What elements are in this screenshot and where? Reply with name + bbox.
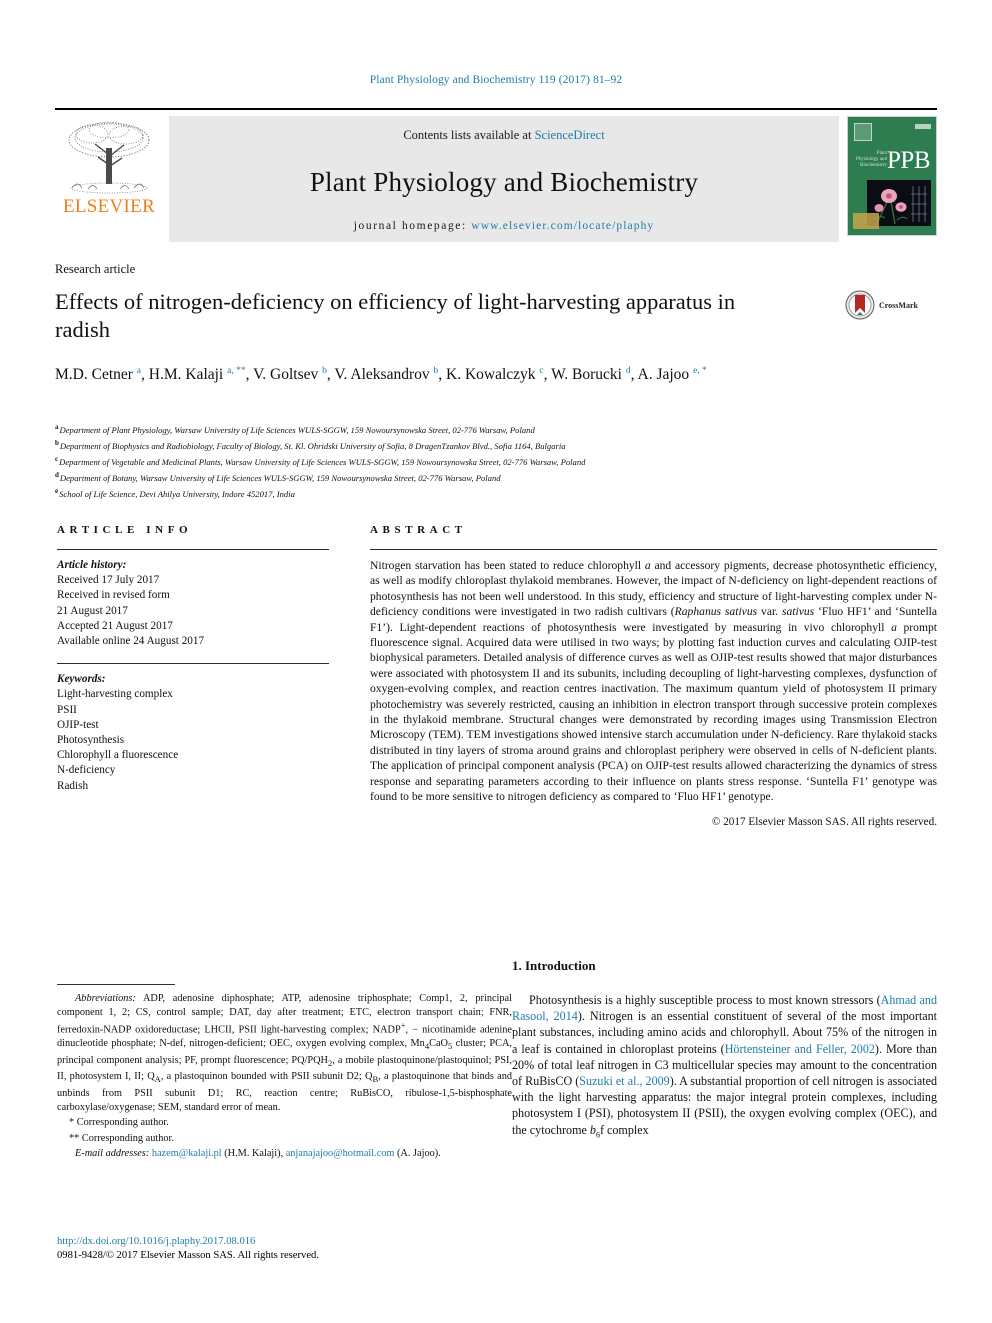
affiliation-item: aDepartment of Plant Physiology, Warsaw … (55, 421, 935, 437)
email-owner-kalaji: (H.M. Kalaji), (224, 1148, 284, 1160)
sciencedirect-link[interactable]: ScienceDirect (535, 128, 605, 142)
affiliation-text: Department of Vegetable and Medicinal Pl… (59, 456, 586, 467)
affiliation-text: School of Life Science, Devi Ahilya Univ… (59, 489, 295, 500)
doi-block: http://dx.doi.org/10.1016/j.plaphy.2017.… (57, 1235, 512, 1263)
cover-logo-badge-icon (853, 213, 879, 229)
abbreviations-note: Abbreviations: ADP, adenosine diphosphat… (57, 993, 513, 1113)
abstract-text: Nitrogen starvation has been stated to r… (370, 559, 938, 804)
article-history-block: Article history: Received 17 July 2017 R… (57, 558, 329, 649)
crossmark-badge[interactable]: CrossMark (845, 290, 918, 320)
cover-publisher-mark-icon (854, 123, 872, 141)
affiliation-item: dDepartment of Botany, Warsaw University… (55, 469, 935, 485)
author-list: M.D. Cetner a, H.M. Kalaji a, **, V. Gol… (55, 366, 707, 384)
affiliation-marker: c (55, 455, 59, 464)
introduction-column: 1. Introduction Photosynthesis is a high… (512, 958, 937, 1143)
affiliation-marker: b (55, 439, 59, 448)
keywords-label: Keywords: (57, 673, 106, 686)
keywords-divider (57, 663, 329, 665)
affiliation-text: Department of Plant Physiology, Warsaw U… (59, 424, 535, 435)
introduction-heading: 1. Introduction (512, 958, 596, 973)
article-page: Plant Physiology and Biochemistry 119 (2… (0, 0, 992, 1323)
contents-prefix: Contents lists available at (403, 128, 532, 142)
corresponding-author-note-2: ** Corresponding author. (69, 1133, 174, 1145)
page-title: Effects of nitrogen-deficiency on effici… (55, 289, 736, 342)
affiliation-text: Department of Biophysics and Radiobiolog… (59, 440, 566, 451)
history-line: Accepted 21 August 2017 (57, 619, 173, 632)
homepage-url-link[interactable]: www.elsevier.com/locate/plaphy (471, 220, 654, 232)
article-type-label: Research article (55, 262, 136, 276)
footnote-column: Abbreviations: ADP, adenosine diphosphat… (57, 984, 512, 1161)
cover-badge-text: PPB (887, 147, 930, 174)
email-label: E-mail addresses: (75, 1148, 150, 1160)
elsevier-wordmark: ELSEVIER (62, 196, 156, 217)
introduction-paragraph: Photosynthesis is a highly susceptible p… (512, 993, 938, 1140)
affiliation-text: Department of Botany, Warsaw University … (59, 473, 501, 484)
email-owner-jajoo: (A. Jajoo). (397, 1148, 441, 1160)
affiliation-item: bDepartment of Biophysics and Radiobiolo… (55, 437, 935, 453)
keyword-item: Photosynthesis (57, 734, 125, 747)
cover-caption: Plant Physiology and Biochemistry (856, 151, 887, 168)
keyword-item: Radish (57, 779, 89, 792)
abstract-copyright: © 2017 Elsevier Masson SAS. All rights r… (711, 815, 937, 828)
homepage-prefix: journal homepage: (353, 220, 467, 232)
keyword-item: Chlorophyll a fluorescence (57, 749, 179, 762)
running-head: Plant Physiology and Biochemistry 119 (2… (369, 74, 623, 86)
keyword-item: PSII (57, 703, 77, 716)
crossmark-icon (845, 290, 875, 320)
keyword-item: OJIP-test (57, 718, 99, 731)
masthead-center-panel: Contents lists available at ScienceDirec… (169, 116, 839, 242)
journal-title: Plant Physiology and Biochemistry (309, 167, 699, 197)
affiliation-item: cDepartment of Vegetable and Medicinal P… (55, 453, 935, 469)
corresponding-author-note-1: * Corresponding author. (69, 1117, 169, 1129)
affiliation-marker: d (55, 471, 59, 480)
doi-link[interactable]: http://dx.doi.org/10.1016/j.plaphy.2017.… (57, 1235, 512, 1249)
affiliation-marker: a (55, 423, 59, 431)
history-line: Received 17 July 2017 (57, 574, 160, 587)
keywords-block: Keywords: Light-harvesting complex PSII … (57, 672, 329, 794)
article-history-label: Article history: (57, 559, 127, 571)
article-info-column: ARTICLE INFO Article history: Received 1… (57, 524, 329, 794)
email-link-jajoo[interactable]: anjanajajoo@hotmail.com (286, 1148, 395, 1159)
keyword-item: N-deficiency (57, 764, 116, 777)
footnote-divider (57, 984, 175, 985)
article-info-divider (57, 549, 329, 550)
abstract-column: ABSTRACT Nitrogen starvation has been st… (370, 524, 937, 828)
affiliation-marker: e (55, 487, 59, 496)
article-info-heading: ARTICLE INFO (57, 524, 193, 536)
email-addresses-note: E-mail addresses: hazem@kalaji.pl (H.M. … (57, 1147, 512, 1161)
history-line: Received in revised form (57, 589, 170, 602)
journal-cover-thumbnail: Plant Physiology and Biochemistry PPB (847, 116, 937, 236)
keyword-item: Light-harvesting complex (57, 688, 173, 701)
issn-copyright-line: 0981-9428/© 2017 Elsevier Masson SAS. Al… (57, 1250, 319, 1261)
journal-masthead: ELSEVIER Contents lists available at Sci… (55, 108, 937, 242)
cover-issue-mark-icon (915, 124, 931, 129)
history-line: 21 August 2017 (57, 604, 128, 617)
abstract-heading: ABSTRACT (370, 524, 467, 536)
affiliation-item: eSchool of Life Science, Devi Ahilya Uni… (55, 485, 935, 501)
email-link-kalaji[interactable]: hazem@kalaji.pl (152, 1148, 222, 1159)
affiliation-list: aDepartment of Plant Physiology, Warsaw … (55, 421, 935, 501)
contents-available-line: Contents lists available at ScienceDirec… (169, 128, 839, 143)
abstract-divider (370, 549, 937, 550)
elsevier-tree-icon (68, 121, 150, 194)
crossmark-label: CrossMark (879, 300, 918, 310)
journal-homepage-line: journal homepage: www.elsevier.com/locat… (169, 220, 839, 232)
elsevier-logo: ELSEVIER (55, 116, 163, 242)
history-line: Available online 24 August 2017 (57, 635, 205, 648)
